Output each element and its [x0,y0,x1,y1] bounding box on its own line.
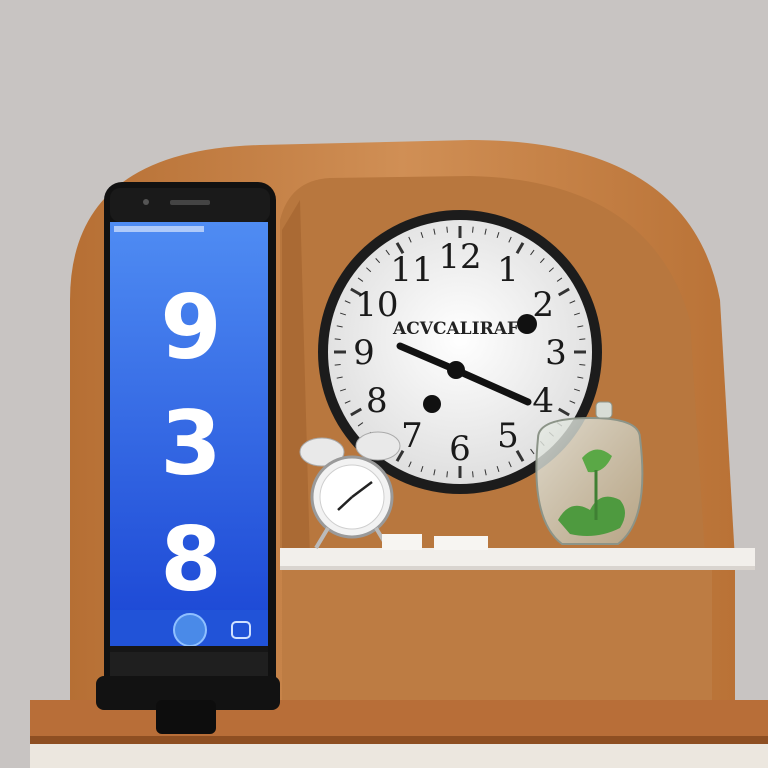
phone-digit-middle: 3 [160,392,222,495]
clock-numeral: 7 [401,416,423,456]
clock-numeral: 6 [449,429,471,469]
clock-tick [472,226,474,233]
clock-tick [579,338,586,340]
glass-jar-lid [595,401,613,419]
clock-tick [334,364,341,366]
wall-clock-knob [517,314,537,334]
clock-numeral: 9 [353,333,375,373]
wall-clock-center [447,361,465,379]
clock-numeral: 1 [497,250,519,290]
clock-numeral: 11 [390,250,433,290]
scene: 12 1234567891011 ACVCALIRAF [0,0,768,768]
phone-home-button-icon[interactable] [173,613,207,647]
clock-numeral: 8 [366,381,388,421]
clock-numeral: 12 [438,237,481,277]
phone-status-bar [114,226,204,232]
clock-numeral: 10 [355,285,398,325]
clock-tick [446,226,448,233]
clock-numeral: 4 [532,381,554,421]
clock-tick [334,338,341,340]
clock-tick [579,364,586,366]
phone-camera [143,199,149,205]
clock-numeral: 5 [497,416,519,456]
wall-clock-brand: ACVCALIRAF [392,319,519,339]
clock-numeral: 3 [545,333,567,373]
phone-digit-bottom: 8 [160,508,222,611]
shelf-block-1 [382,534,422,550]
clock-tick [446,471,448,478]
lower-cabinet-panel [282,570,712,700]
counter-edge [30,736,768,744]
phone-digit-top: 9 [160,276,222,379]
alarm-clock-bell-right [355,431,401,461]
phone-stand-foot [156,700,216,734]
phone-speaker [170,200,210,205]
wall-clock-knob-2 [423,395,441,413]
white-shelf-edge [280,566,755,570]
shelf-block-2 [434,536,488,550]
cabinet-front [30,744,768,768]
clock-tick [472,471,474,478]
